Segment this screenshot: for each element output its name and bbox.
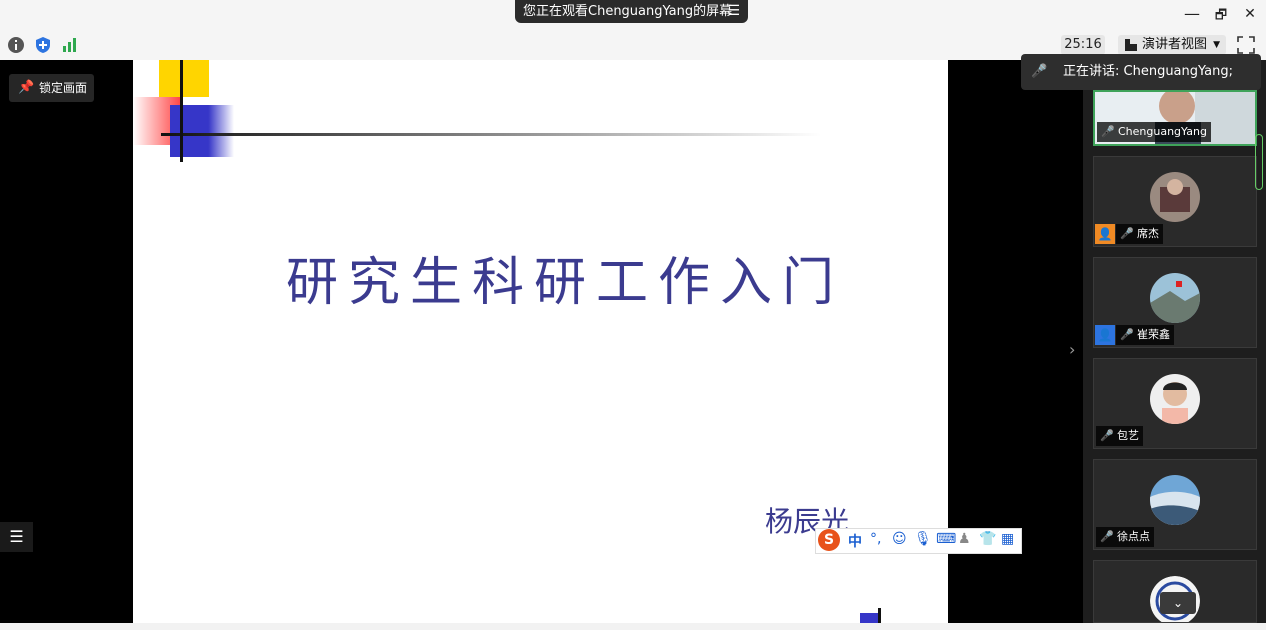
speaking-text: 正在讲话: ChenguangYang; [1063, 64, 1234, 79]
view-mode-button[interactable]: 演讲者视图 ▼ [1118, 35, 1226, 55]
microphone-active-icon: 🎤 [1101, 125, 1115, 138]
minimize-button[interactable]: — [1181, 4, 1203, 23]
speaking-indicator: 🎤 正在讲话: ChenguangYang; [1021, 54, 1261, 90]
banner-text: 您正在观看ChenguangYang的屏幕 [523, 4, 733, 19]
participant-name-bar: 🎤 徐点点 [1096, 527, 1154, 547]
scrollbar[interactable] [1255, 134, 1263, 190]
meeting-timer: 25:16 [1061, 35, 1105, 55]
participant-name-bar: 🎤 崔荣鑫 [1116, 325, 1174, 345]
bottom-strip [0, 623, 1266, 630]
participant-name: 徐点点 [1117, 530, 1150, 543]
fullscreen-icon[interactable] [1237, 36, 1255, 54]
signal-strength-icon[interactable] [61, 36, 79, 54]
shield-icon[interactable] [34, 36, 52, 54]
toolbox-icon[interactable]: ▦ [1001, 531, 1014, 547]
microphone-muted-icon: 🎤 [1100, 530, 1114, 543]
scroll-down-button[interactable]: ⌄ [1160, 592, 1196, 614]
participant-name-bar: 🎤 ChenguangYang [1097, 122, 1211, 142]
screen-share-banner[interactable]: 您正在观看ChenguangYang的屏幕 ☰ [515, 0, 748, 23]
view-mode-label: 演讲者视图 [1142, 37, 1208, 52]
punctuation-icon[interactable]: °, [870, 531, 881, 547]
user-icon[interactable]: ♟ [958, 531, 971, 547]
lock-view-label: 锁定画面 [39, 81, 88, 95]
participant-tile[interactable]: 👤 🎤 崔荣鑫 [1093, 257, 1257, 348]
collapse-panel-icon[interactable]: › [1069, 340, 1083, 364]
microphone-muted-icon: 🎤 [1120, 227, 1134, 240]
participant-name: 席杰 [1137, 227, 1159, 240]
avatar [1150, 475, 1200, 525]
avatar [1150, 374, 1200, 424]
microphone-icon[interactable]: 🎙 [914, 531, 932, 547]
close-button[interactable]: ✕ [1239, 6, 1261, 22]
keyboard-icon[interactable]: ⌨ [936, 531, 956, 547]
chevron-down-icon: ▼ [1213, 40, 1220, 50]
participant-name: 崔荣鑫 [1137, 328, 1170, 341]
participant-name: ChenguangYang [1118, 125, 1207, 138]
ime-toolbar[interactable]: S 中 °, ☺ 🎙 ⌨ ♟ 👕 ▦ [815, 528, 1022, 554]
participant-name: 包艺 [1117, 429, 1139, 442]
participant-tile[interactable]: 🎤 ChenguangYang [1093, 90, 1257, 146]
lock-view-button[interactable]: 📌 锁定画面 [9, 74, 94, 102]
skin-icon[interactable]: 👕 [979, 531, 996, 547]
participant-tile[interactable]: 🎤 徐点点 [1093, 459, 1257, 550]
avatar [1150, 172, 1200, 222]
layout-icon [1125, 39, 1137, 51]
microphone-muted-icon: 🎤 [1031, 64, 1048, 79]
info-icon[interactable] [7, 36, 25, 54]
microphone-muted-icon: 🎤 [1120, 328, 1134, 341]
participant-tile[interactable]: 👤 🎤 席杰 [1093, 156, 1257, 247]
restore-button[interactable]: 🗗 [1210, 6, 1232, 28]
sogou-logo-icon[interactable]: S [818, 529, 840, 551]
avatar [1150, 273, 1200, 323]
list-icon[interactable]: ☰ [0, 522, 33, 552]
participant-name-bar: 🎤 包艺 [1096, 426, 1143, 446]
pin-icon: 📌 [18, 80, 35, 95]
user-icon: 👤 [1095, 224, 1115, 244]
emoji-icon[interactable]: ☺ [892, 531, 907, 547]
participant-tile[interactable]: 🎤 包艺 [1093, 358, 1257, 449]
slide-title: 研究生科研工作入门 [286, 253, 845, 313]
menu-icon[interactable]: ☰ [727, 0, 740, 23]
user-icon: 👤 [1095, 325, 1115, 345]
ime-language-toggle[interactable]: 中 [848, 531, 862, 551]
participant-name-bar: 🎤 席杰 [1116, 224, 1163, 244]
microphone-muted-icon: 🎤 [1100, 429, 1114, 442]
